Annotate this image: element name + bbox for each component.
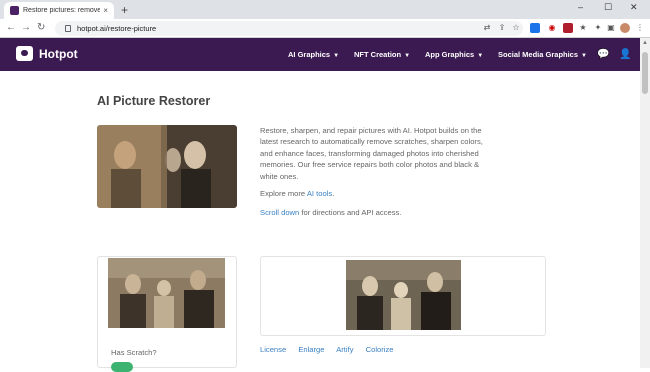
chevron-down-icon: ▼ [333, 53, 340, 59]
scroll-up-icon[interactable]: ▲ [642, 40, 648, 46]
profile-avatar[interactable] [620, 23, 630, 33]
tab-close-icon[interactable]: × [103, 6, 108, 15]
menu-label: AI Graphics [288, 50, 331, 59]
translate-icon[interactable]: ⇄ [482, 23, 492, 33]
has-scratch-toggle[interactable] [111, 362, 133, 372]
scroll-line: Scroll down for directions and API acces… [260, 208, 401, 217]
chevron-down-icon: ▼ [477, 53, 484, 59]
menu-ai-graphics[interactable]: AI Graphics ▼ [288, 50, 339, 59]
artify-link[interactable]: Artify [336, 345, 353, 354]
ai-tools-link[interactable]: AI tools [307, 189, 332, 198]
hotpot-logo[interactable]: Hotpot [16, 46, 78, 61]
explore-line: Explore more AI tools. [260, 189, 334, 198]
bookmark-star-icon[interactable]: ☆ [511, 23, 521, 33]
url-text: hotpot.ai/restore-picture [77, 24, 157, 33]
minimize-button[interactable]: – [578, 2, 583, 12]
maximize-button[interactable]: ☐ [604, 2, 612, 13]
new-tab-button[interactable]: + [121, 3, 128, 17]
output-links: License Enlarge Artify Colorize [260, 345, 404, 354]
license-link[interactable]: License [260, 345, 286, 354]
forward-icon[interactable]: → [21, 22, 31, 33]
browser-tab[interactable]: Restore pictures: remove scratch × [4, 2, 114, 19]
menu-nft-creation[interactable]: NFT Creation ▼ [354, 50, 410, 59]
scroll-suffix: for directions and API access. [299, 208, 402, 217]
back-icon[interactable]: ← [6, 22, 16, 33]
page-title: AI Picture Restorer [97, 94, 211, 108]
colorize-link[interactable]: Colorize [366, 345, 394, 354]
scroll-down-link[interactable]: Scroll down [260, 208, 299, 217]
reload-icon[interactable]: ↻ [37, 22, 45, 33]
close-window-button[interactable]: ✕ [630, 2, 638, 13]
shield-extension-icon[interactable]: ◉ [547, 23, 557, 33]
side-panel-icon[interactable]: ▣ [606, 23, 616, 33]
menu-label: Social Media Graphics [498, 50, 579, 59]
enlarge-link[interactable]: Enlarge [298, 345, 324, 354]
hotpot-favicon-icon [10, 6, 19, 15]
menu-label: NFT Creation [354, 50, 402, 59]
star-extension-icon[interactable]: ★ [578, 23, 588, 33]
before-after-photo [97, 125, 237, 208]
scrollbar-thumb[interactable] [642, 52, 648, 94]
user-icon[interactable]: 👤 [619, 49, 631, 60]
explore-text: Explore more [260, 189, 307, 198]
menu-social-media-graphics[interactable]: Social Media Graphics ▼ [498, 50, 587, 59]
extension-badge-icon[interactable] [563, 23, 573, 33]
hotpot-logo-icon [16, 46, 33, 61]
menu-app-graphics[interactable]: App Graphics ▼ [425, 50, 483, 59]
restored-photo[interactable] [346, 260, 461, 330]
has-scratch-label: Has Scratch? [111, 348, 157, 357]
chat-icon[interactable]: 💬 [597, 49, 609, 60]
lock-icon [65, 25, 71, 32]
browser-toolbar: ← → ↻ hotpot.ai/restore-picture ⇄ ⇪ ☆ ◉ … [0, 19, 650, 38]
input-photo[interactable] [108, 258, 225, 328]
site-header: Hotpot AI Graphics ▼ NFT Creation ▼ App Gr… [0, 38, 640, 71]
brand-name: Hotpot [39, 46, 78, 61]
share-icon[interactable]: ⇪ [497, 23, 507, 33]
menu-label: App Graphics [425, 50, 475, 59]
browser-titlebar: Restore pictures: remove scratch × + – ☐… [0, 0, 650, 19]
explore-suffix: . [332, 189, 335, 198]
address-bar[interactable]: hotpot.ai/restore-picture [55, 21, 523, 36]
more-menu-icon[interactable]: ⋮ [635, 23, 645, 33]
chevron-down-icon: ▼ [404, 53, 411, 59]
puzzle-icon[interactable]: ✦ [593, 23, 603, 33]
extension-icon[interactable] [530, 23, 540, 33]
tab-title: Restore pictures: remove scratch [23, 7, 101, 14]
intro-description: Restore, sharpen, and repair pictures wi… [260, 126, 483, 181]
chevron-down-icon: ▼ [581, 53, 587, 59]
